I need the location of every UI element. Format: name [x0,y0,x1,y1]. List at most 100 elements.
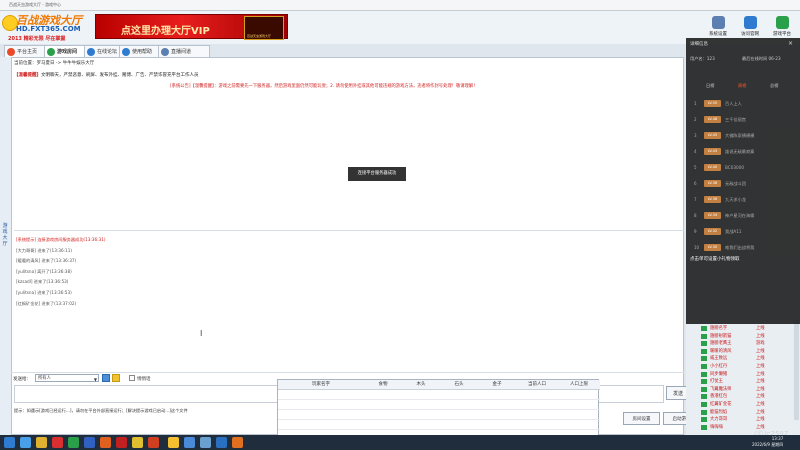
user-list-item[interactable]: 翅膀名字 上线 [700,325,798,332]
ranking-item[interactable]: 10 LV.30 唯我们出战将我 [690,241,798,254]
rank-number: 1 [694,101,697,106]
emoji-icon[interactable] [112,374,120,382]
home-tab-icon [7,48,15,56]
ranking-item[interactable]: 5 LV.40 BC03000 [690,161,798,174]
user-name: 大力哥哥 [710,417,728,423]
user-name: 飞翼魔法师 [710,386,732,392]
rank-number: 4 [694,149,697,154]
app-icon[interactable] [184,437,195,448]
rank-number: 7 [694,197,697,202]
user-avatar-icon [701,326,707,331]
user-avatar-icon [701,364,707,369]
user-list-item[interactable]: 威王致远 上线 [700,355,798,362]
logo-slogan: 2013 精彩无限 尽在掌握 [8,36,66,42]
browser-icon[interactable] [20,437,31,448]
font-icon[interactable] [102,374,110,382]
user-status: 游戏 [756,341,765,347]
user-list-item[interactable]: 暖暖的清风 上线 [700,348,798,355]
title-bar: 百战天虫游戏大厅 - 游戏中心 [0,0,800,11]
app-icon[interactable] [200,437,211,448]
ranking-name: 神户星河在海啸 [725,213,755,218]
ranking-name: 百人上人 [725,101,742,106]
ranking-item[interactable]: 2 LV.48 三千佳丽宫 [690,113,798,126]
app-icon[interactable] [84,437,95,448]
column-header: 食物 [364,380,403,390]
user-list-item[interactable]: 打仗王 上线 [700,378,798,385]
user-list-item[interactable]: 翅膀老鹰王 游戏 [700,340,798,347]
user-avatar-icon [701,371,707,377]
column-header: 石头 [440,380,479,390]
user-status: 上线 [756,379,765,385]
user-status: 上线 [756,333,765,339]
tip-text: 提示：如遇示[游戏已经运行...]，请勿在平台外部直接运行；[解决提示游戏已启动… [14,408,188,413]
ranking-item[interactable]: 8 LV.34 神户星河在海啸 [690,209,798,222]
game-platform-label: 游戏平台 [773,32,791,37]
app-icon[interactable] [232,437,243,448]
level-badge: LV.50 [704,100,721,107]
vip-banner[interactable]: 点这里办理大厅VIP 百战天虫游戏大厅 [95,14,288,40]
user-name: 翅膀老鹰王 [710,341,732,347]
app-icon[interactable] [132,437,143,448]
warning-prefix: 【温馨提醒】 [14,73,41,78]
ranking-name: 三千佳丽宫 [725,117,746,122]
app-icon[interactable] [68,437,79,448]
user-name: 翅膀射箭猫 [710,333,732,339]
user-list-scrollbar[interactable] [794,320,799,420]
log-line: [大力哥哥] 进来了(13:36:11) [16,247,72,253]
chat-log: [系统提示] 连接游戏房间服务器成功(13:36:31) [大力哥哥] 进来了(1… [16,235,106,309]
folder-icon[interactable] [36,437,47,448]
user-list-item[interactable]: 翅膀射箭猫 上线 [700,333,798,340]
app-icon[interactable] [116,437,127,448]
user-list-item[interactable]: 红翼矿金花 上线 [700,401,798,408]
user-list-item[interactable]: 小小红丹 上线 [700,363,798,370]
user-avatar-icon [701,394,707,400]
tab-label: 游戏房间 [57,49,78,55]
ranking-item[interactable]: 7 LV.36 九天求小龙 [690,193,798,206]
user-list-item[interactable]: 飞翼魔法师 上线 [700,386,798,393]
ranking-name: 誰说无敌最寂寞 [725,149,755,154]
logo: 百战游戏大厅 HD.FXT365.COM 2013 精彩无限 尽在掌握 [2,12,92,43]
ranking-item[interactable]: 6 LV.38 无敌战斗团 [690,177,798,190]
app-icon[interactable] [52,437,63,448]
breadcrumb: 当前位置：罗马夏日 -> 牛牛牛娱乐大厅 [14,61,95,66]
start-icon[interactable] [4,437,15,448]
level-badge: LV.34 [704,212,721,219]
ranking-item[interactable]: 4 LV.43 誰说无敌最寂寞 [690,145,798,158]
tab-weekly[interactable]: 周榜 [738,83,746,89]
user-avatar-icon [701,356,707,362]
level-badge: LV.45 [704,132,721,139]
live-tab-icon [161,48,169,56]
user-list-item[interactable]: 香港红包 上线 [700,393,798,400]
tab-daily[interactable]: 日榜 [706,83,714,89]
user-list-item[interactable]: 大力哥哥 上线 [700,416,798,423]
rank-number: 9 [694,229,697,234]
room-settings-button[interactable]: 房间设置 [623,412,660,425]
warning-line: 【温馨提醒】文明聊天，严禁恶意、刷屏、发布外挂、赌博、广告、严禁诈冒充平台工作人… [14,72,199,78]
app-icon[interactable] [100,437,111,448]
ranking-item[interactable]: 3 LV.45 大佛陈家横横横 [690,129,798,142]
user-list-item[interactable]: 同步懒猪 上线 [700,371,798,378]
rank-number: 5 [694,165,697,170]
user-list-item[interactable]: 能猫烈焰 上线 [700,409,798,416]
close-icon[interactable]: × [788,40,793,47]
log-line: [红枫矿金花] 进来了(13:37:02) [16,300,77,306]
main-tabs: 平台主页 游戏房间 在线论坛 使用帮助 直播间道 [0,44,210,58]
ranking-item[interactable]: 1 LV.50 百人上人 [690,97,798,110]
game-hall-taskbar-icon[interactable] [168,437,179,448]
user-avatar-icon [701,409,707,415]
tab-total[interactable]: 总榜 [770,83,778,89]
user-status: 上线 [756,394,765,400]
table-row [278,429,600,430]
ranking-item[interactable]: 9 LV.32 我战A11 [690,225,798,238]
whisper-checkbox[interactable] [129,375,135,381]
app-icon[interactable] [148,437,159,448]
user-status: 上线 [756,386,765,392]
ranking-name: 唯我们出战将我 [725,245,755,250]
log-line: [yulitsna] 离开了(13:36:38) [16,268,72,274]
app-icon[interactable] [216,437,227,448]
left-side-bar[interactable]: 游戏大厅 [0,57,11,435]
popup-message: 点击单可设置小礼物领取 [690,257,740,262]
user-name: 打仗王 [710,379,723,385]
level-badge: LV.48 [704,116,721,123]
send-target-select[interactable]: 所有人 ▼ [35,374,99,382]
